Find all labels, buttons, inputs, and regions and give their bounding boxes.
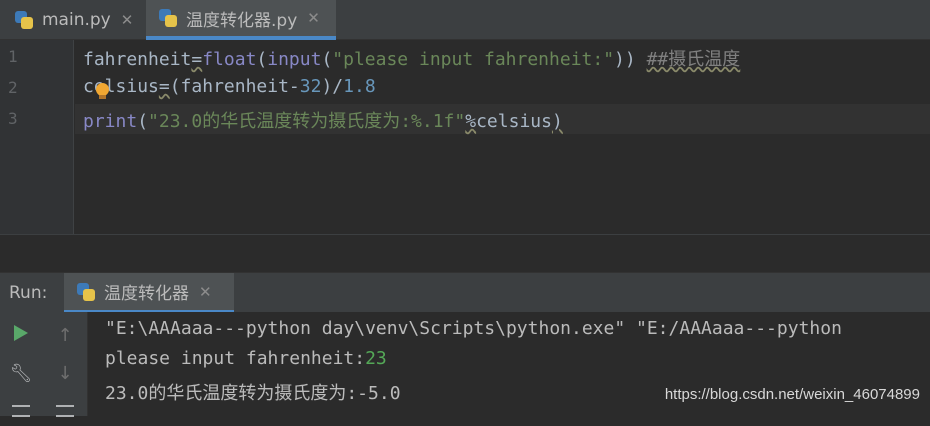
tab-label: 温度转化器.py <box>186 10 298 31</box>
run-tab-temperature-converter[interactable]: 温度转化器 ✕ <box>64 273 234 313</box>
console-toolbar: ↑ ↓ <box>42 312 88 417</box>
tab-main-py[interactable]: main.py ✕ <box>0 0 144 40</box>
run-icon <box>14 325 28 341</box>
line-number: 1 <box>8 47 18 66</box>
python-file-icon <box>76 282 96 302</box>
scroll-down-button[interactable]: ↓ <box>50 358 80 388</box>
python-file-icon <box>158 8 178 28</box>
list-icon <box>12 405 30 417</box>
console-line-command: "E:\AAAaaa---python day\venv\Scripts\pyt… <box>105 318 842 339</box>
code-editor[interactable]: fahrenheit=float(input("please input fah… <box>75 40 930 234</box>
watermark: https://blog.csdn.net/weixin_46074899 <box>664 386 920 403</box>
soft-wrap-button[interactable] <box>50 396 80 426</box>
close-icon[interactable]: ✕ <box>307 9 320 27</box>
editor-tab-bar: main.py ✕ 温度转化器.py ✕ <box>0 0 930 40</box>
close-icon[interactable]: ✕ <box>121 11 134 29</box>
line-number: 2 <box>8 78 18 97</box>
console-line-result: 23.0的华氏温度转为摄氏度为:-5.0 <box>105 383 401 404</box>
tab-label: main.py <box>42 10 111 30</box>
settings-button[interactable]: 🔧︎ <box>6 358 36 388</box>
wrench-icon: 🔧︎ <box>9 362 33 384</box>
close-icon[interactable]: ✕ <box>199 283 212 301</box>
layout-button[interactable] <box>6 396 36 426</box>
user-input-value: 23 <box>365 348 387 369</box>
list-icon <box>56 405 74 417</box>
down-arrow-icon: ↓ <box>57 362 73 384</box>
tab-temperature-converter-py[interactable]: 温度转化器.py ✕ <box>146 0 336 40</box>
code-line-2[interactable]: celsius=(fahrenheit-32)/1.8 <box>83 76 376 97</box>
run-button[interactable] <box>6 318 36 348</box>
scroll-up-button[interactable]: ↑ <box>50 320 80 350</box>
line-number-gutter[interactable]: 1 2 3 <box>0 40 74 234</box>
python-file-icon <box>14 10 34 30</box>
code-line-1[interactable]: fahrenheit=float(input("please input fah… <box>83 45 740 71</box>
up-arrow-icon: ↑ <box>57 324 73 346</box>
code-line-3[interactable]: print("23.0的华氏温度转为摄氏度为:%.1f"%celsius) <box>83 107 563 133</box>
console-line-prompt: please input fahrenheit:23 <box>105 348 387 369</box>
bulb-icon[interactable] <box>96 83 109 99</box>
line-number: 3 <box>8 109 18 128</box>
run-label: Run: <box>9 283 48 303</box>
editor-empty-area <box>0 234 930 273</box>
run-tool-window-header: Run: 温度转化器 ✕ <box>0 272 930 313</box>
run-tab-label: 温度转化器 <box>104 284 189 304</box>
run-toolbar: 🔧︎ <box>0 312 42 417</box>
